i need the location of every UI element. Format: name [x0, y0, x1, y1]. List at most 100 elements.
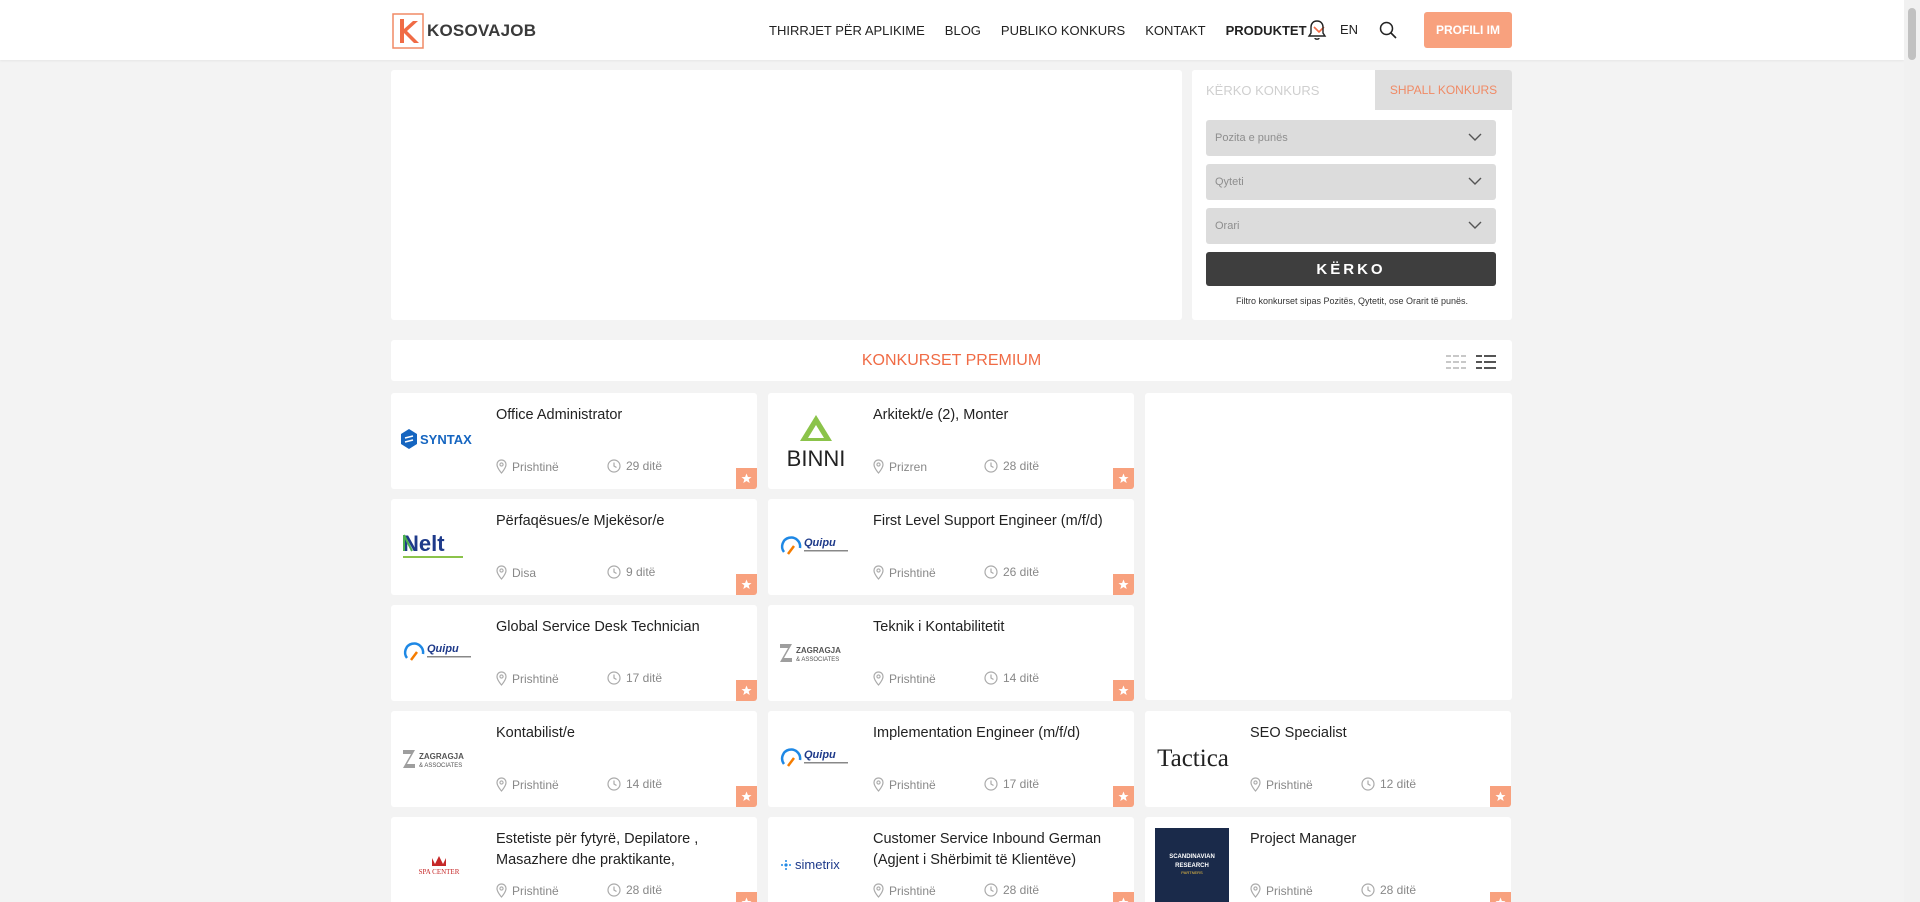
svg-text:ZAGRAGJA: ZAGRAGJA	[796, 646, 841, 655]
star-icon	[1118, 791, 1129, 801]
tab-kerko-konkurs[interactable]: KËRKO KONKURS	[1192, 70, 1375, 110]
job-title[interactable]: Përfaqësues/e Mjekësor/e	[496, 511, 746, 532]
main-nav: THIRRJET PËR APLIKIME BLOG PUBLIKO KONKU…	[769, 0, 1345, 60]
map-pin-icon	[496, 565, 507, 580]
svg-text:& ASSOCIATES: & ASSOCIATES	[796, 657, 839, 663]
job-card[interactable]: SYNTAX Office Administrator Prishtinë 29…	[391, 393, 757, 489]
city-select[interactable]: Qyteti	[1206, 164, 1496, 200]
job-title[interactable]: Customer Service Inbound German (Agjent …	[873, 829, 1123, 871]
language-switch[interactable]: EN	[1340, 22, 1358, 37]
job-card[interactable]: Quipu First Level Support Engineer (m/f/…	[768, 499, 1134, 595]
job-title[interactable]: Kontabilist/e	[496, 723, 746, 744]
star-icon	[1495, 897, 1506, 902]
map-pin-icon	[496, 671, 507, 686]
schedule-select[interactable]: Orari	[1206, 208, 1496, 244]
star-icon	[741, 579, 752, 589]
syntax-logo[interactable]: SYNTAX	[397, 411, 481, 471]
job-card[interactable]: simetrix Customer Service Inbound German…	[768, 817, 1134, 902]
job-location-text: Prishtinë	[512, 777, 559, 792]
job-title[interactable]: Arkitekt/e (2), Monter	[873, 405, 1123, 426]
job-location: Prishtinë	[496, 671, 559, 686]
svg-text:RESEARCH: RESEARCH	[1175, 863, 1209, 869]
premium-star-badge	[1113, 892, 1134, 902]
search-button[interactable]: KËRKO	[1206, 252, 1496, 286]
zagragja-logo[interactable]: ZAGRAGJA & ASSOCIATES	[397, 729, 481, 789]
clock-icon	[1361, 777, 1375, 791]
ad-banner	[391, 70, 1182, 320]
job-location: Prishtinë	[873, 777, 936, 792]
chevron-down-icon	[1468, 221, 1482, 229]
chevron-down-icon	[1468, 133, 1482, 141]
svg-text:Quipu: Quipu	[427, 643, 459, 655]
job-card[interactable]: ZAGRAGJA & ASSOCIATES Kontabilist/e Prish…	[391, 711, 757, 807]
job-card[interactable]: ZAGRAGJA & ASSOCIATES Teknik i Kontabilit…	[768, 605, 1134, 701]
quipu-logo[interactable]: Quipu	[774, 729, 858, 789]
search-icon[interactable]	[1379, 21, 1397, 39]
clock-icon	[984, 671, 998, 685]
job-days-text: 28 ditë	[1003, 459, 1040, 473]
job-card[interactable]: Quipu Implementation Engineer (m/f/d) Pr…	[768, 711, 1134, 807]
map-pin-icon	[873, 777, 884, 792]
tactica-logo[interactable]: Tactica	[1151, 729, 1235, 789]
scrollbar[interactable]	[1904, 0, 1920, 902]
spacenter-logo[interactable]: SPA CENTER	[397, 835, 481, 895]
site-logo[interactable]: KOSOVAJOB	[392, 13, 536, 49]
star-icon	[1118, 897, 1129, 902]
job-location: Prishtinë	[1250, 883, 1313, 898]
quipu-logo[interactable]: Quipu	[774, 517, 858, 577]
job-card[interactable]: Nelt Përfaqësues/e Mjekësor/e Disa 9 dit…	[391, 499, 757, 595]
job-card[interactable]: Quipu Global Service Desk Technician Pri…	[391, 605, 757, 701]
map-pin-icon	[873, 565, 884, 580]
job-title[interactable]: Global Service Desk Technician	[496, 617, 746, 638]
job-title[interactable]: Office Administrator	[496, 405, 746, 426]
job-location: Prizren	[873, 459, 927, 474]
job-card[interactable]: Tactica SEO Specialist Prishtinë 12 ditë	[1145, 711, 1511, 807]
position-select[interactable]: Pozita e punës	[1206, 120, 1496, 156]
job-days-text: 28 ditë	[1003, 883, 1040, 897]
job-card[interactable]: SPA CENTER Estetiste për fytyrë, Depilat…	[391, 817, 757, 902]
zagragja-logo[interactable]: ZAGRAGJA & ASSOCIATES	[774, 623, 858, 683]
job-title[interactable]: SEO Specialist	[1250, 723, 1500, 744]
job-card[interactable]: BINNI Arkitekt/e (2), Monter Prizren 28 …	[768, 393, 1134, 489]
job-location-text: Prishtinë	[1266, 777, 1313, 792]
simetrix-logo[interactable]: simetrix	[774, 835, 858, 895]
job-title[interactable]: Project Manager	[1250, 829, 1500, 850]
job-location-text: Prishtinë	[1266, 883, 1313, 898]
quipu-logo[interactable]: Quipu	[397, 623, 481, 683]
job-days-left: 28 ditë	[984, 883, 1039, 897]
scrollbar-thumb[interactable]	[1908, 8, 1916, 60]
job-location-text: Prishtinë	[512, 459, 559, 474]
nelt-logo[interactable]: Nelt	[397, 517, 481, 577]
job-days-text: 14 ditë	[1003, 671, 1040, 685]
nav-item-publiko[interactable]: PUBLIKO KONKURS	[1001, 23, 1125, 38]
list-view-icon[interactable]	[1476, 355, 1496, 369]
premium-star-badge	[736, 786, 757, 807]
job-card[interactable]: SCANDINAVIAN RESEARCH PARTNERS Project Man…	[1145, 817, 1511, 902]
binni-logo[interactable]: BINNI	[774, 411, 858, 471]
premium-star-badge	[1113, 680, 1134, 701]
nav-item-thirrjet[interactable]: THIRRJET PËR APLIKIME	[769, 23, 925, 38]
svg-text:BINNI: BINNI	[787, 446, 846, 469]
job-location-text: Prizren	[889, 459, 928, 474]
job-title[interactable]: Teknik i Kontabilitetit	[873, 617, 1123, 638]
svg-text:ZAGRAGJA: ZAGRAGJA	[419, 752, 464, 761]
bell-icon[interactable]	[1307, 19, 1327, 41]
job-title[interactable]: Estetiste për fytyrë, Depilatore , Masaz…	[496, 829, 746, 871]
job-location: Prishtinë	[496, 777, 559, 792]
map-pin-icon	[496, 459, 507, 474]
tab-shpall-konkurs[interactable]: SHPALL KONKURS	[1375, 70, 1512, 110]
search-hint: Filtro konkurset sipas Pozitës, Qytetit,…	[1235, 296, 1469, 306]
job-title[interactable]: Implementation Engineer (m/f/d)	[873, 723, 1123, 744]
nav-item-kontakt[interactable]: KONTAKT	[1145, 23, 1205, 38]
job-title[interactable]: First Level Support Engineer (m/f/d)	[873, 511, 1123, 532]
profile-button[interactable]: PROFILI IM	[1424, 12, 1512, 48]
job-days-left: 12 ditë	[1361, 777, 1416, 791]
premium-star-badge	[1490, 892, 1511, 902]
job-days-left: 17 ditë	[607, 671, 662, 685]
job-location-text: Prishtinë	[889, 883, 936, 898]
nav-item-blog[interactable]: BLOG	[945, 23, 981, 38]
job-days-left: 28 ditë	[1361, 883, 1416, 897]
map-pin-icon	[496, 883, 507, 898]
scandinavian-research-logo[interactable]: SCANDINAVIAN RESEARCH PARTNERS	[1155, 828, 1229, 902]
grid-view-icon[interactable]	[1446, 355, 1466, 369]
